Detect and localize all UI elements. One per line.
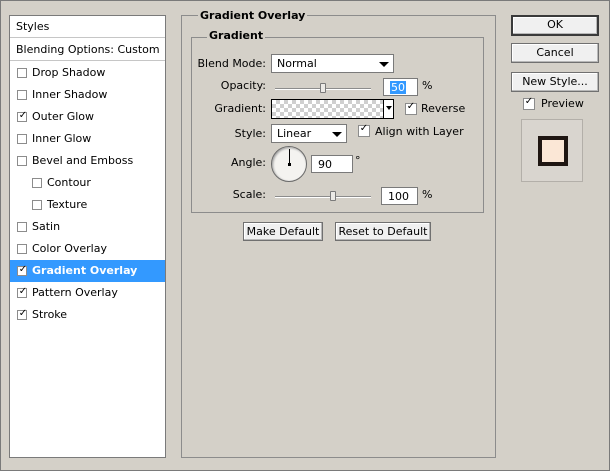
style-label: Style: xyxy=(234,127,266,140)
style-item-label: Inner Glow xyxy=(32,132,92,145)
style-item-label: Outer Glow xyxy=(32,110,95,123)
style-item-texture[interactable]: Texture xyxy=(10,194,165,216)
scale-value: 100 xyxy=(388,190,409,203)
style-item-label: Texture xyxy=(47,198,88,211)
angle-label: Angle: xyxy=(230,156,266,169)
opacity-unit: % xyxy=(422,79,433,92)
gradient-label: Gradient: xyxy=(214,102,266,115)
scale-slider[interactable] xyxy=(275,196,371,198)
preview-swatch xyxy=(538,136,568,166)
style-item-checkbox[interactable]: ✓ xyxy=(17,286,28,298)
styles-list: Styles Blending Options: Custom Drop Sha… xyxy=(9,15,166,458)
style-item-label: Bevel and Emboss xyxy=(32,154,134,167)
align-with-layer-label: Align with Layer xyxy=(375,125,464,138)
style-item-checkbox[interactable] xyxy=(17,134,27,144)
gradient-picker-button[interactable] xyxy=(383,99,394,119)
style-item-label: Inner Shadow xyxy=(32,88,108,101)
scale-label: Scale: xyxy=(232,188,266,201)
chevron-down-icon xyxy=(332,132,342,137)
check-icon: ✓ xyxy=(18,264,28,275)
section-title: Gradient xyxy=(207,29,266,43)
style-item-drop-shadow[interactable]: Drop Shadow xyxy=(10,62,165,84)
scale-slider-thumb[interactable] xyxy=(329,191,336,201)
angle-unit: ° xyxy=(355,154,361,167)
style-item-checkbox[interactable] xyxy=(17,68,27,78)
chevron-down-icon xyxy=(379,62,389,67)
ok-button[interactable]: OK xyxy=(511,15,599,36)
angle-center xyxy=(288,163,291,166)
style-item-bevel-and-emboss[interactable]: Bevel and Emboss xyxy=(10,150,165,172)
blending-options-item[interactable]: Blending Options: Custom xyxy=(10,39,165,61)
cancel-button[interactable]: Cancel xyxy=(511,43,599,63)
styles-header-label: Styles xyxy=(16,20,50,33)
angle-dial[interactable] xyxy=(271,146,307,182)
style-item-label: Stroke xyxy=(32,308,68,321)
blend-mode-label: Blend Mode: xyxy=(197,57,267,70)
style-item-label: Color Overlay xyxy=(32,242,107,255)
style-value: Linear xyxy=(277,127,312,140)
make-default-button[interactable]: Make Default xyxy=(243,222,323,241)
style-item-label: Drop Shadow xyxy=(32,66,106,79)
style-item-checkbox[interactable] xyxy=(32,200,42,210)
opacity-slider-thumb[interactable] xyxy=(320,83,326,93)
check-icon: ✓ xyxy=(18,110,28,121)
style-item-checkbox[interactable]: ✓ xyxy=(17,308,28,320)
style-item-inner-glow[interactable]: Inner Glow xyxy=(10,128,165,150)
blend-mode-value: Normal xyxy=(277,57,317,70)
new-style-button[interactable]: New Style... xyxy=(511,72,599,92)
styles-header[interactable]: Styles xyxy=(10,16,165,38)
reverse-label: Reverse xyxy=(421,102,466,115)
style-item-checkbox[interactable] xyxy=(17,90,27,100)
style-item-color-overlay[interactable]: Color Overlay xyxy=(10,238,165,260)
style-item-checkbox[interactable] xyxy=(17,222,27,232)
reverse-checkbox[interactable]: ✓ xyxy=(405,101,417,115)
style-item-checkbox[interactable] xyxy=(32,178,42,188)
angle-value: 90 xyxy=(318,158,332,171)
scale-input[interactable]: 100 xyxy=(381,187,418,205)
style-item-checkbox[interactable]: ✓ xyxy=(17,264,28,276)
style-select[interactable]: Linear xyxy=(271,124,347,143)
style-item-checkbox[interactable] xyxy=(17,156,27,166)
style-item-inner-shadow[interactable]: Inner Shadow xyxy=(10,84,165,106)
style-item-pattern-overlay[interactable]: ✓ Pattern Overlay xyxy=(10,282,165,304)
style-item-gradient-overlay[interactable]: ✓ Gradient Overlay xyxy=(10,260,165,282)
check-icon: ✓ xyxy=(359,123,369,134)
blend-mode-select[interactable]: Normal xyxy=(271,54,394,73)
style-item-checkbox[interactable] xyxy=(17,244,27,254)
style-item-satin[interactable]: Satin xyxy=(10,216,165,238)
check-icon: ✓ xyxy=(18,308,28,319)
style-item-contour[interactable]: Contour xyxy=(10,172,165,194)
check-icon: ✓ xyxy=(524,96,534,107)
style-item-label: Pattern Overlay xyxy=(32,286,118,299)
opacity-label: Opacity: xyxy=(220,79,266,92)
scale-unit: % xyxy=(422,188,433,201)
preview-label: Preview xyxy=(541,97,584,110)
reset-to-default-button[interactable]: Reset to Default xyxy=(335,222,431,241)
style-preview xyxy=(521,119,583,182)
angle-input[interactable]: 90 xyxy=(311,155,353,173)
preview-checkbox[interactable]: ✓ xyxy=(523,96,535,110)
check-icon: ✓ xyxy=(406,101,416,112)
blending-options-label: Blending Options: Custom xyxy=(16,43,160,56)
group-title: Gradient Overlay xyxy=(198,9,308,23)
style-item-stroke[interactable]: ✓ Stroke xyxy=(10,304,165,326)
style-item-outer-glow[interactable]: ✓ Outer Glow xyxy=(10,106,165,128)
opacity-input[interactable]: 50 xyxy=(383,78,418,96)
opacity-value: 50 xyxy=(390,81,406,94)
align-with-layer-checkbox[interactable]: ✓ xyxy=(358,123,370,137)
style-item-label: Satin xyxy=(32,220,61,233)
check-icon: ✓ xyxy=(18,286,28,297)
style-item-label: Contour xyxy=(47,176,91,189)
style-item-checkbox[interactable]: ✓ xyxy=(17,110,28,122)
chevron-down-icon xyxy=(386,106,392,110)
gradient-preview[interactable] xyxy=(271,99,384,119)
style-item-label: Gradient Overlay xyxy=(32,264,138,277)
